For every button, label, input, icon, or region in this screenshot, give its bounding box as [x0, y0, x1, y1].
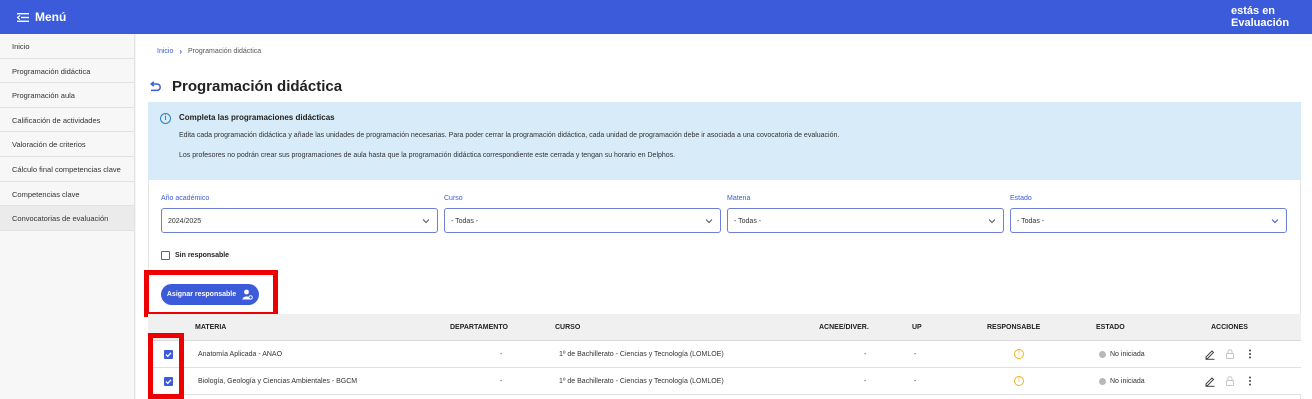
filter-anio-value: 2024/2025 [168, 218, 202, 225]
col-departamento: DEPARTAMENTO [450, 324, 508, 331]
sin-responsable-label: Sin responsable [175, 252, 230, 259]
filter-materia-label: Materia [727, 195, 751, 202]
sidebar-item-competencias-clave[interactable]: Competencias clave [0, 182, 134, 207]
filter-materia-select[interactable]: - Todas - [727, 208, 1004, 233]
row-departamento: - [500, 351, 503, 358]
col-curso: CURSO [555, 324, 581, 331]
sidebar-item-valoracion-criterios[interactable]: Valoración de criterios [0, 132, 134, 157]
chevron-down-icon [1271, 219, 1279, 224]
col-materia: MATERIA [195, 324, 227, 331]
more-vertical-icon[interactable] [1244, 348, 1256, 360]
chevron-down-icon [422, 219, 430, 224]
row-curso: 1º de Bachillerato - Ciencias y Tecnolog… [559, 378, 724, 385]
breadcrumb-current: Programación didáctica [188, 48, 262, 55]
eval-status-line1: estás en [1231, 5, 1276, 17]
row-acnee: - [864, 378, 867, 385]
col-responsable: RESPONSABLE [987, 324, 1041, 331]
sin-responsable-row[interactable]: Sin responsable [161, 251, 229, 260]
eval-status-line2: Evaluación [1231, 17, 1290, 29]
sidebar-item-inicio[interactable]: Inicio [0, 34, 134, 59]
add-user-icon [242, 289, 253, 300]
sidebar-item-programacion-aula[interactable]: Programación aula [0, 83, 134, 108]
filter-curso-value: - Todas - [451, 218, 479, 225]
lock-icon[interactable] [1224, 348, 1236, 360]
sidebar-item-convocatorias[interactable]: Convocatorias de evaluación [0, 206, 134, 231]
info-text-2: Los profesores no podrán crear sus progr… [179, 152, 676, 159]
sidebar-item-calificacion-actividades[interactable]: Calificación de actividades [0, 108, 134, 133]
col-up: UP [912, 324, 922, 331]
row-up: - [914, 351, 917, 358]
table-row: Anatomía Aplicada - ANAO - 1º de Bachill… [148, 341, 1301, 368]
table-row: Biología, Geología y Ciencias Ambientale… [148, 368, 1301, 395]
more-vertical-icon[interactable] [1244, 375, 1256, 387]
page-title: Programación didáctica [172, 78, 343, 95]
info-text-1: Edita cada programación didáctica y añad… [179, 132, 840, 139]
filter-estado-value: - Todas - [1017, 218, 1045, 225]
col-acnee: ACNEE/DIVER. [819, 324, 869, 331]
row-curso: 1º de Bachillerato - Ciencias y Tecnolog… [559, 351, 724, 358]
table-header: MATERIA DEPARTAMENTO CURSO ACNEE/DIVER. … [148, 314, 1301, 341]
row-up: - [914, 378, 917, 385]
breadcrumb-home-link[interactable]: Inicio [157, 48, 173, 55]
edit-icon[interactable] [1204, 348, 1216, 360]
assign-responsible-button[interactable]: Asignar responsable [161, 284, 259, 305]
chevron-down-icon [988, 219, 996, 224]
menu-icon [17, 12, 29, 22]
sidebar-item-programacion-didactica[interactable]: Programación didáctica [0, 59, 134, 84]
main-content: Inicio › Programación didáctica Programa… [136, 34, 1312, 399]
title-row: Programación didáctica [148, 78, 342, 95]
col-estado: ESTADO [1096, 324, 1125, 331]
info-icon: i [160, 113, 171, 124]
row-materia[interactable]: Biología, Geología y Ciencias Ambientale… [198, 378, 357, 385]
breadcrumb: Inicio › Programación didáctica [157, 47, 261, 56]
warning-icon[interactable]: ! [1014, 349, 1024, 359]
info-title: Completa las programaciones didácticas [179, 113, 335, 122]
sidebar-item-calculo-final[interactable]: Cálculo final competencias clave [0, 157, 134, 182]
row-estado: No iniciada [1110, 351, 1145, 358]
row-estado: No iniciada [1110, 378, 1145, 385]
sidebar: Inicio Programación didáctica Programaci… [0, 34, 135, 399]
filter-curso-select[interactable]: - Todas - [444, 208, 721, 233]
menu-label: Menú [35, 10, 67, 24]
filter-estado-label: Estado [1010, 195, 1032, 202]
col-acciones: ACCIONES [1211, 324, 1248, 331]
status-dot [1099, 351, 1106, 358]
row-departamento: - [500, 378, 503, 385]
filter-materia-value: - Todas - [734, 218, 762, 225]
edit-icon[interactable] [1204, 375, 1216, 387]
filter-anio-label: Año académico [161, 195, 210, 202]
row-acnee: - [864, 351, 867, 358]
sin-responsable-checkbox[interactable] [161, 251, 170, 260]
filter-estado-select[interactable]: - Todas - [1010, 208, 1287, 233]
evaluation-status: estás en Evaluación [1231, 5, 1290, 29]
lock-icon[interactable] [1224, 375, 1236, 387]
chevron-down-icon [705, 219, 713, 224]
status-dot [1099, 378, 1106, 385]
top-bar: Menú estás en Evaluación [0, 0, 1312, 34]
filter-anio-select[interactable]: 2024/2025 [161, 208, 438, 233]
back-icon[interactable] [148, 80, 162, 94]
assign-responsible-label: Asignar responsable [166, 291, 237, 298]
menu-button[interactable]: Menú [17, 10, 66, 24]
filter-curso-label: Curso [444, 195, 463, 202]
warning-icon[interactable]: ! [1014, 376, 1024, 386]
row-materia[interactable]: Anatomía Aplicada - ANAO [198, 351, 282, 358]
highlight-row-checkboxes [148, 333, 184, 399]
chevron-right-icon: › [179, 47, 183, 56]
